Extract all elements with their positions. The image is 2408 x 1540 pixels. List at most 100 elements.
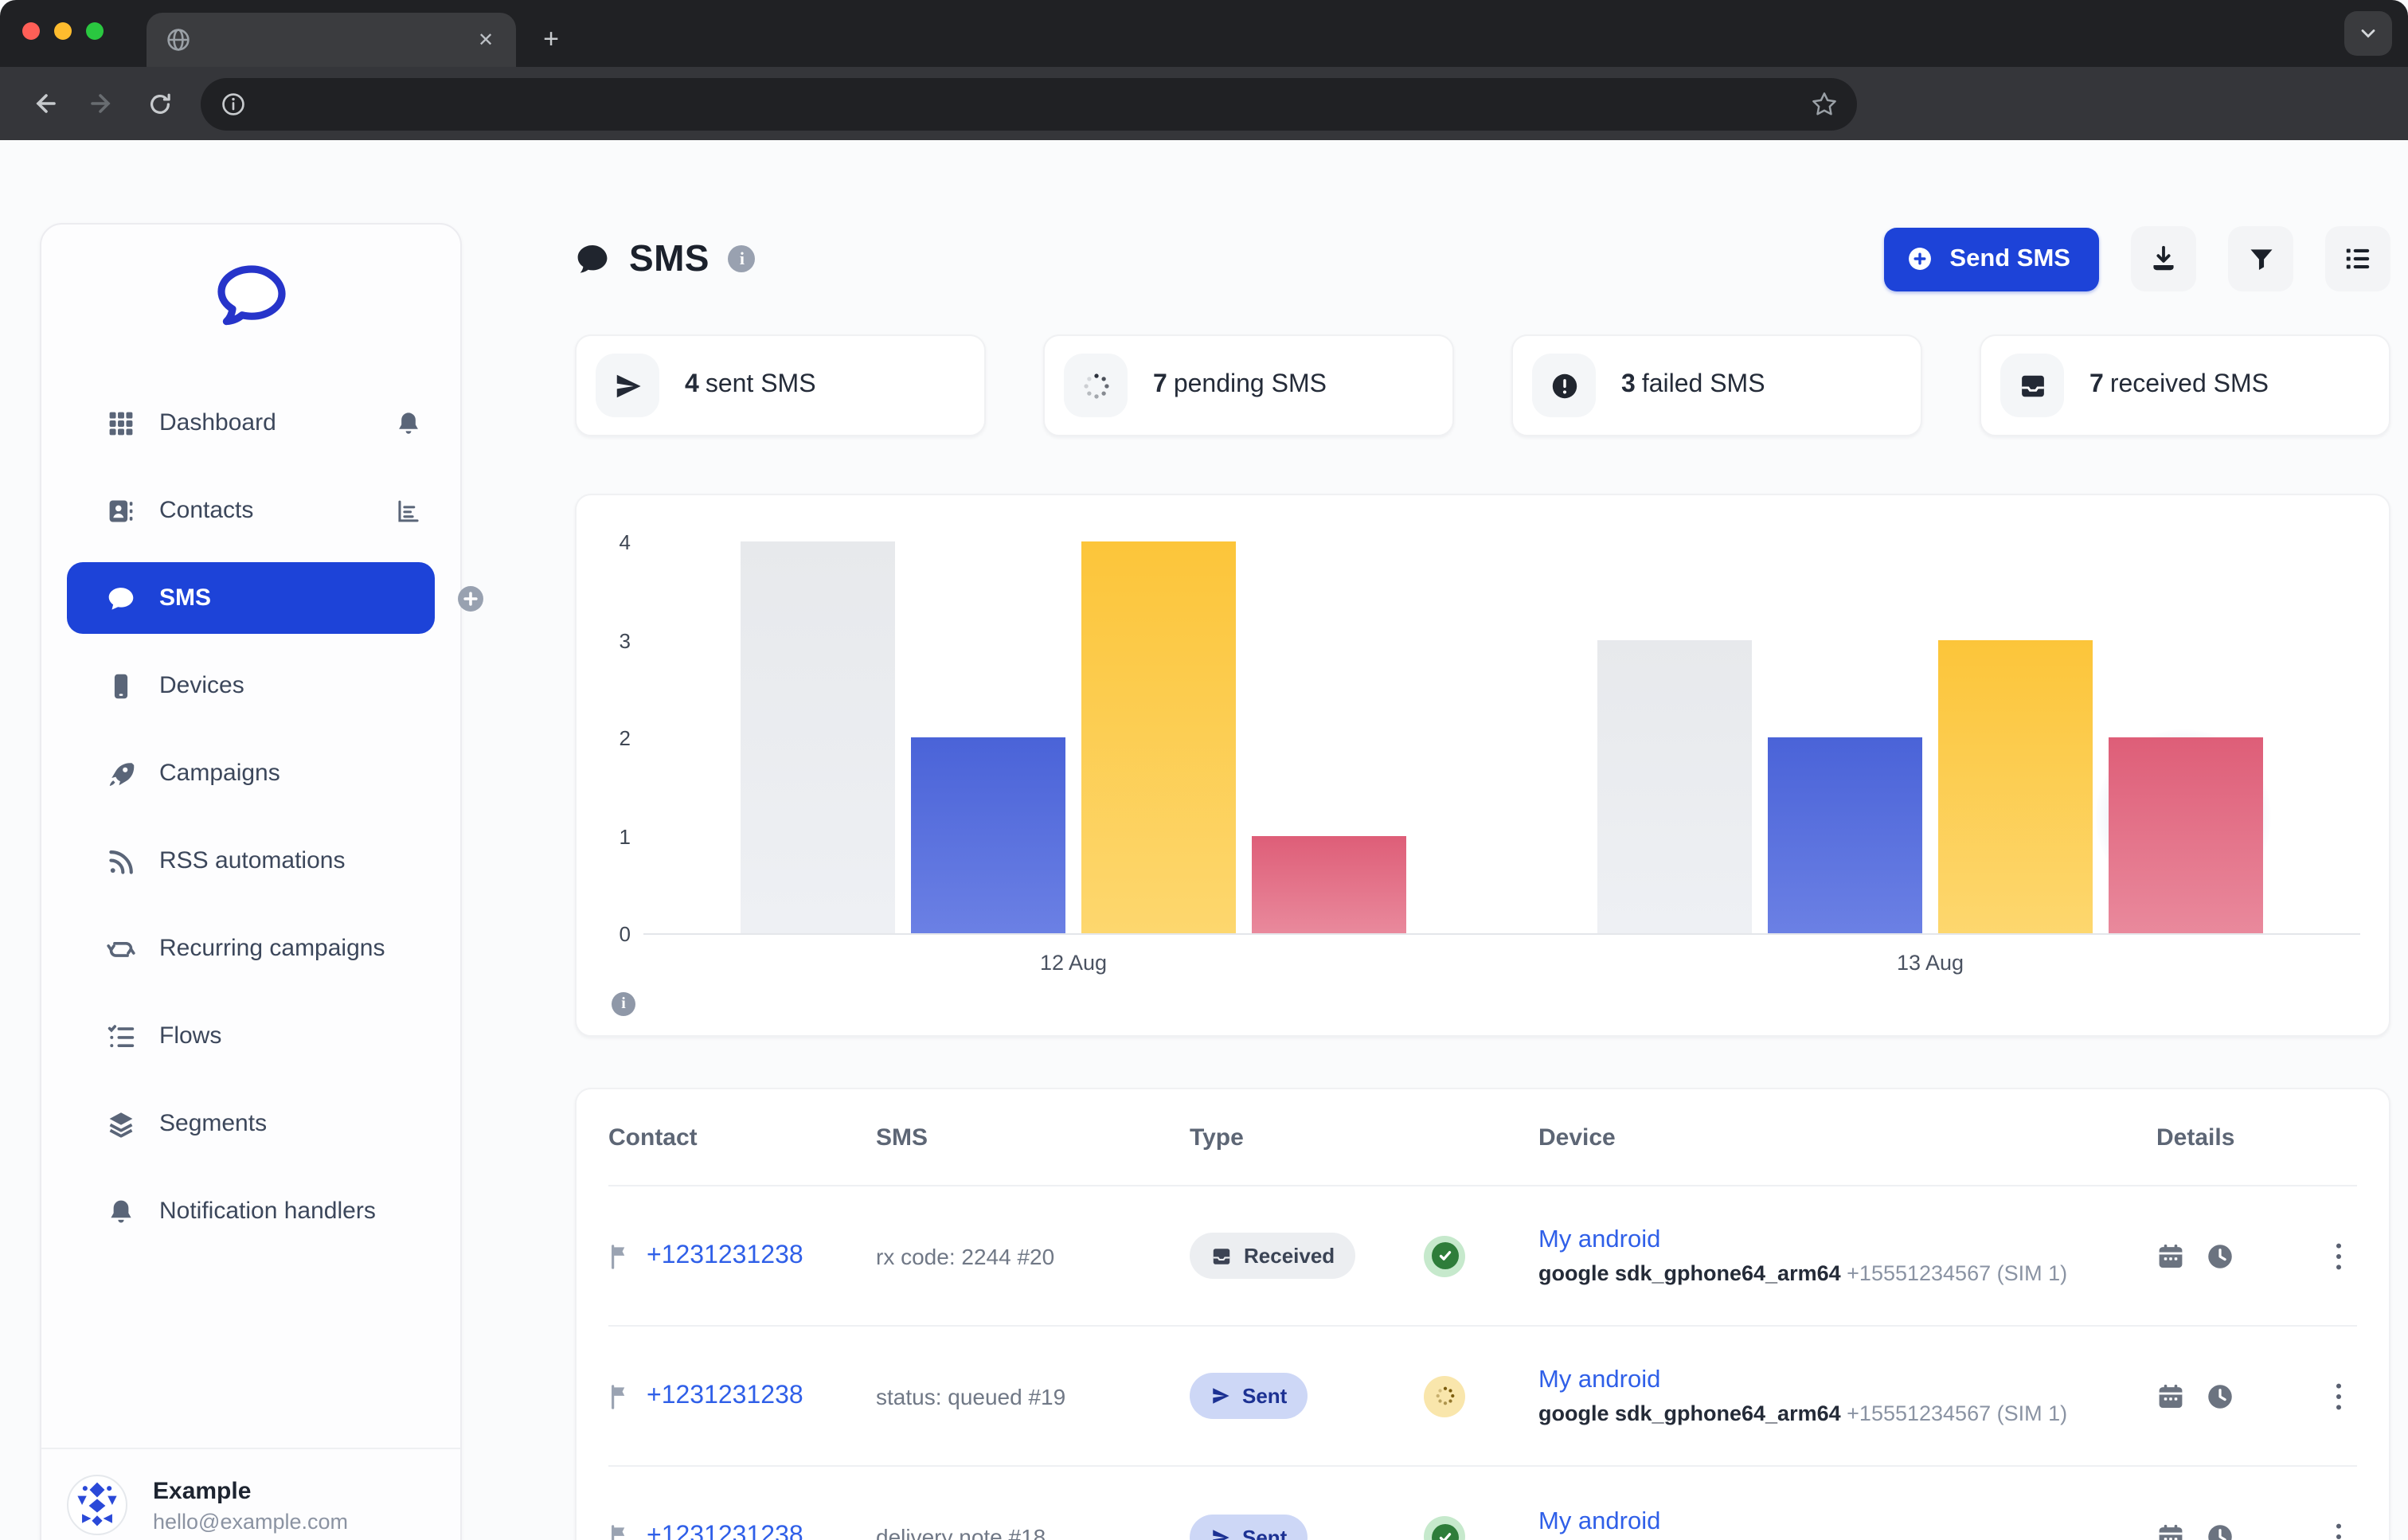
chevron-down-icon [2357, 22, 2379, 45]
clock-icon[interactable] [2206, 1522, 2234, 1540]
spinner-dots-icon [1434, 1386, 1455, 1406]
filter-button[interactable] [2228, 226, 2293, 291]
traffic-lights [22, 22, 104, 40]
clock-icon[interactable] [2206, 1241, 2234, 1270]
bar-chart-icon[interactable] [395, 497, 422, 524]
plus-circle-icon [1906, 245, 1933, 272]
info-icon[interactable]: i [729, 245, 756, 272]
sidebar-item-flows[interactable]: Flows [67, 1000, 435, 1072]
stat-label: received SMS [2110, 371, 2269, 398]
stat-sent: 4sent SMS [575, 334, 986, 436]
y-axis-tick: 3 [589, 628, 631, 652]
bar-received-13-aug [1597, 639, 1752, 933]
alert-circle-icon [1532, 354, 1596, 417]
sidebar-item-recurring-campaigns[interactable]: Recurring campaigns [67, 913, 435, 984]
bookmark-star-icon[interactable] [1811, 90, 1838, 117]
clock-icon[interactable] [2206, 1382, 2234, 1410]
rss-icon [107, 846, 135, 875]
plus-circle-icon[interactable] [455, 583, 486, 613]
check-icon [1436, 1247, 1453, 1264]
grid-icon [107, 408, 135, 437]
forward-button[interactable] [80, 81, 124, 126]
window-zoom-button[interactable] [86, 22, 104, 40]
list-view-icon [2343, 244, 2373, 274]
app-logo[interactable] [41, 225, 460, 387]
device-name-link[interactable]: My android [1538, 1366, 2156, 1395]
browser-tab[interactable]: ✕ [147, 13, 516, 67]
bell-icon [107, 1197, 135, 1225]
new-tab-button[interactable]: + [529, 18, 573, 62]
chat-bubble-icon [107, 584, 135, 612]
send-sms-button[interactable]: Send SMS [1884, 227, 2099, 291]
sidebar-item-label: SMS [159, 584, 211, 612]
type-label: Sent [1242, 1384, 1287, 1408]
sidebar-item-notification-handlers[interactable]: Notification handlers [67, 1175, 435, 1247]
sidebar-item-label: Devices [159, 672, 244, 699]
back-button[interactable] [22, 81, 67, 126]
kebab-menu-icon [2334, 1240, 2342, 1272]
sidebar-nav: Dashboard Contacts [41, 387, 460, 1263]
column-header-contact: Contact [608, 1124, 876, 1151]
site-info-icon[interactable] [220, 90, 247, 117]
contact-phone-link[interactable]: +1231231238 [647, 1382, 803, 1410]
sidebar-item-label: Contacts [159, 497, 253, 524]
address-bar[interactable] [201, 77, 1857, 130]
paper-plane-icon [1210, 1386, 1231, 1406]
sidebar: Dashboard Contacts [40, 223, 462, 1540]
list-view-button[interactable] [2325, 226, 2390, 291]
x-axis-label: 12 Aug [994, 951, 1153, 975]
stats-row: 4sent SMS 7pending SMS 3failed SMS [575, 334, 2390, 436]
inbox-icon [1210, 1245, 1233, 1267]
row-menu-button[interactable] [2319, 1364, 2357, 1428]
rocket-icon [107, 759, 135, 788]
bell-icon[interactable] [395, 409, 422, 436]
paper-plane-icon [596, 354, 659, 417]
tab-close-icon[interactable]: ✕ [471, 25, 500, 54]
send-sms-label: Send SMS [1949, 244, 2070, 273]
tab-list-chevron-button[interactable] [2344, 11, 2392, 56]
chart-info-icon[interactable]: i [612, 992, 635, 1016]
device-name-link[interactable]: My android [1538, 1507, 2156, 1536]
row-menu-button[interactable] [2319, 1224, 2357, 1288]
contact-phone-link[interactable]: +1231231238 [647, 1241, 803, 1270]
sidebar-item-sms[interactable]: SMS [67, 562, 435, 634]
row-menu-button[interactable] [2319, 1505, 2357, 1540]
sidebar-item-label: Dashboard [159, 409, 276, 436]
device-model: google sdk_gphone64_arm64 [1538, 1261, 1841, 1285]
browser-tab-bar: ✕ + [0, 0, 2408, 67]
device-model: google sdk_gphone64_arm64 [1538, 1401, 1841, 1425]
kebab-menu-icon [2334, 1380, 2342, 1412]
sidebar-item-contacts[interactable]: Contacts [67, 475, 435, 546]
y-axis-tick: 2 [589, 726, 631, 750]
sidebar-item-label: Flows [159, 1022, 221, 1049]
calendar-icon[interactable] [2156, 1382, 2185, 1410]
sidebar-item-campaigns[interactable]: Campaigns [67, 737, 435, 809]
stat-label: pending SMS [1174, 371, 1327, 398]
bar-sent-12-aug [911, 737, 1065, 933]
type-badge-received: Received [1190, 1233, 1355, 1279]
stat-value: 3 [1621, 371, 1636, 398]
y-axis-tick: 4 [589, 530, 631, 554]
chat-bubble-icon [575, 242, 610, 276]
user-card[interactable]: Example hello@example.com [41, 1449, 460, 1540]
bar-pending-12-aug [1081, 541, 1236, 933]
sidebar-item-label: Notification handlers [159, 1198, 376, 1225]
sidebar-item-dashboard[interactable]: Dashboard [67, 387, 435, 459]
x-axis-label: 13 Aug [1851, 951, 2010, 975]
export-button[interactable] [2131, 226, 2196, 291]
window-close-button[interactable] [22, 22, 40, 40]
calendar-icon[interactable] [2156, 1522, 2185, 1540]
contact-card-icon [107, 496, 135, 525]
contact-phone-link[interactable]: +1231231238 [647, 1522, 803, 1540]
calendar-icon[interactable] [2156, 1241, 2185, 1270]
paper-plane-icon [1210, 1526, 1231, 1540]
device-name-link[interactable]: My android [1538, 1226, 2156, 1255]
column-header-details: Details [2156, 1124, 2357, 1151]
reload-button[interactable] [137, 81, 182, 126]
sidebar-item-devices[interactable]: Devices [67, 650, 435, 721]
window-minimize-button[interactable] [54, 22, 72, 40]
sidebar-item-segments[interactable]: Segments [67, 1088, 435, 1159]
reload-icon [146, 90, 173, 117]
sidebar-item-rss-automations[interactable]: RSS automations [67, 825, 435, 897]
kebab-menu-icon [2334, 1521, 2342, 1540]
